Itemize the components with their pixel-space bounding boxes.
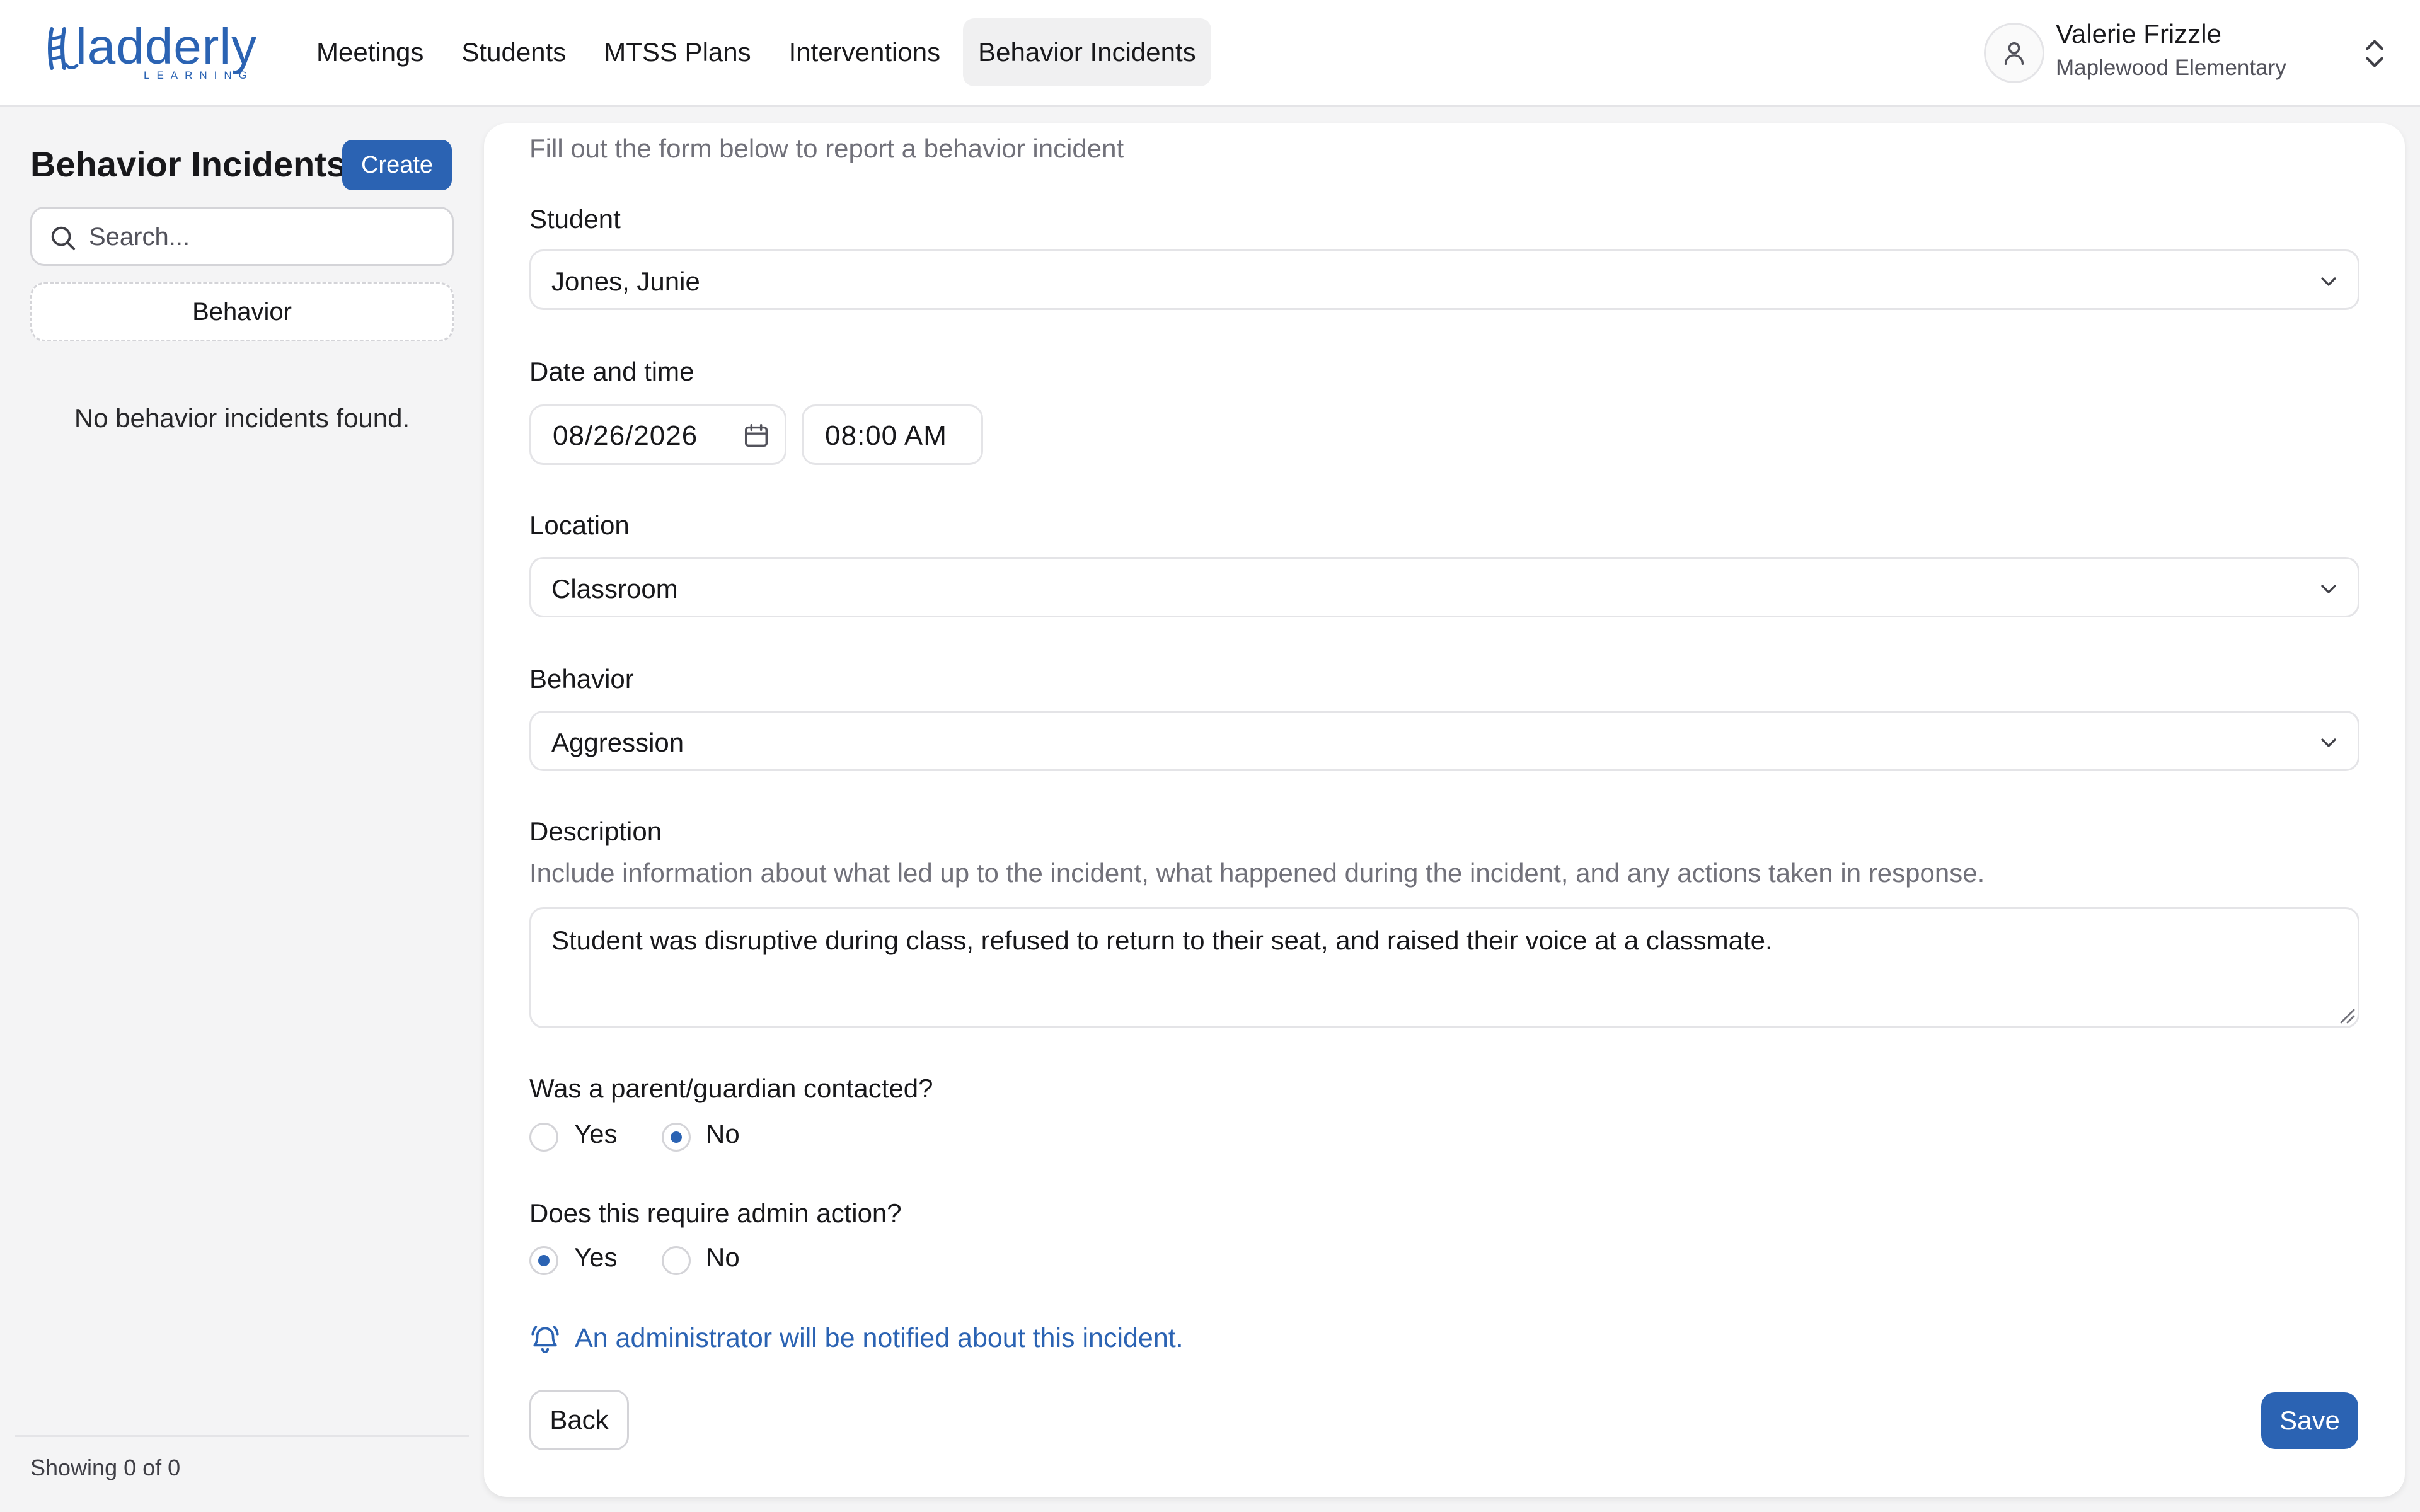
behavior-select[interactable]: Aggression: [529, 711, 2360, 771]
nav-item-mtss-plans[interactable]: MTSS Plans: [589, 18, 766, 86]
brand-tagline: LEARNING: [144, 69, 254, 81]
bell-ring-icon: [531, 1326, 559, 1353]
search-icon: [51, 226, 76, 251]
user-school: Maplewood Elementary: [2056, 55, 2286, 80]
incident-form-card: Fill out the form below to report a beha…: [484, 123, 2405, 1497]
avatar: [1984, 23, 2044, 83]
student-label: Student: [529, 204, 621, 234]
search-box[interactable]: [30, 207, 454, 266]
sidebar-footer: Showing 0 of 0: [15, 1435, 469, 1512]
parent-contacted-question: Was a parent/guardian contacted?: [529, 1074, 933, 1103]
time-input[interactable]: 08:00 AM: [802, 404, 983, 465]
calendar-icon[interactable]: [742, 421, 771, 450]
brand-name: ladderly: [76, 18, 258, 74]
parent-contacted-no-radio[interactable]: [662, 1123, 691, 1152]
description-value: Student was disruptive during class, ref…: [551, 925, 1773, 955]
create-button[interactable]: Create: [342, 140, 452, 190]
top-navigation-bar: ladderly LEARNING Meetings Students MTSS…: [0, 0, 2420, 107]
admin-action-no-label[interactable]: No: [706, 1242, 740, 1273]
user-icon: [2004, 42, 2024, 65]
parent-contacted-yes-label[interactable]: Yes: [574, 1119, 618, 1149]
time-value: 08:00 AM: [825, 420, 947, 451]
behavior-value: Aggression: [551, 728, 684, 757]
chevron-down-icon: [2321, 585, 2336, 593]
admin-action-yes-radio[interactable]: [529, 1246, 558, 1275]
description-textarea[interactable]: Student was disruptive during class, ref…: [529, 907, 2360, 1028]
admin-action-yes-label[interactable]: Yes: [574, 1242, 618, 1273]
user-menu[interactable]: Valerie Frizzle Maplewood Elementary: [1984, 16, 2387, 89]
sidebar-title: Behavior Incidents: [30, 144, 347, 184]
chevron-up-down-icon: [2366, 40, 2383, 67]
user-name: Valerie Frizzle: [2056, 19, 2221, 49]
parent-contacted-yes-radio[interactable]: [529, 1123, 558, 1152]
main-nav: Meetings Students MTSS Plans Interventio…: [301, 18, 1219, 87]
form-subtitle: Fill out the form below to report a beha…: [529, 134, 1124, 163]
nav-item-meetings[interactable]: Meetings: [301, 18, 439, 86]
admin-action-question: Does this require admin action?: [529, 1198, 902, 1228]
nav-item-students[interactable]: Students: [446, 18, 581, 86]
search-input[interactable]: [89, 217, 442, 256]
back-button[interactable]: Back: [529, 1390, 629, 1450]
save-button[interactable]: Save: [2261, 1392, 2358, 1449]
nav-item-interventions[interactable]: Interventions: [774, 18, 955, 86]
datetime-label: Date and time: [529, 357, 694, 386]
chevron-down-icon: [2321, 738, 2336, 747]
resize-handle-icon[interactable]: [2337, 1006, 2355, 1024]
student-select[interactable]: Jones, Junie: [529, 249, 2360, 310]
admin-action-no-radio[interactable]: [662, 1246, 691, 1275]
chevron-down-icon: [2321, 277, 2336, 286]
description-help-text: Include information about what led up to…: [529, 858, 1985, 888]
location-value: Classroom: [551, 574, 678, 604]
behavior-label: Behavior: [529, 664, 634, 694]
nav-item-behavior-incidents[interactable]: Behavior Incidents: [963, 18, 1211, 86]
behavior-filter-chip[interactable]: Behavior: [30, 282, 454, 341]
empty-state-message: No behavior incidents found.: [74, 403, 410, 433]
incidents-sidebar: Behavior Incidents Create Behavior No be…: [0, 107, 484, 1512]
ladder-logo-icon: [48, 27, 79, 70]
location-select[interactable]: Classroom: [529, 557, 2360, 617]
location-label: Location: [529, 510, 630, 540]
description-label: Description: [529, 816, 662, 846]
ladderly-logo[interactable]: ladderly LEARNING: [43, 20, 257, 83]
parent-contacted-no-label[interactable]: No: [706, 1119, 740, 1149]
date-input[interactable]: 08/26/2026: [529, 404, 786, 465]
results-count: Showing 0 of 0: [30, 1455, 181, 1480]
date-value: 08/26/2026: [553, 420, 698, 451]
student-value: Jones, Junie: [551, 266, 700, 296]
admin-notification-notice: An administrator will be notified about …: [575, 1323, 1184, 1353]
